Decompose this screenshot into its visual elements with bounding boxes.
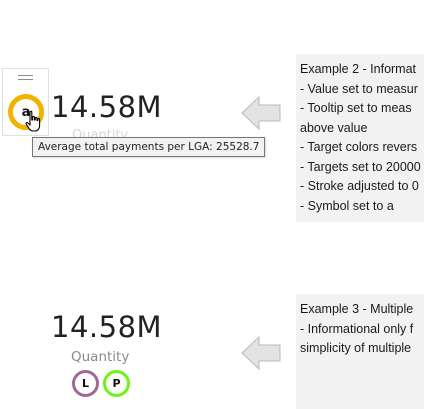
note-line: - Targets set to 20000: [300, 159, 421, 174]
note-line: Example 2 - Informat: [300, 62, 417, 76]
note-line: Example 3 - Multiple: [300, 302, 414, 316]
card-value: 14.58M: [51, 90, 163, 124]
note-line: - Tooltip set to meas: [300, 101, 412, 115]
arrow-left-icon: [241, 96, 281, 130]
note-line: - Symbol set to a: [300, 198, 394, 213]
category-label: Quantity: [71, 349, 130, 365]
card-value-2: 14.58M: [51, 310, 163, 344]
note-line: - Target colors revers: [300, 140, 418, 154]
drag-handle-icon[interactable]: [18, 75, 33, 80]
tooltip: Average total payments per LGA: 25528.7: [32, 137, 266, 157]
note-line: - Value set to measur: [300, 81, 418, 96]
status-symbol-p[interactable]: P: [103, 370, 130, 397]
note-line: - Informational only f: [300, 321, 414, 336]
notes-example-3: Example 3 - Multiple - Informational onl…: [296, 294, 424, 409]
symbol-letter: P: [112, 377, 121, 390]
symbol-letter: L: [81, 377, 89, 390]
status-symbol-l[interactable]: L: [72, 370, 99, 397]
notes-example-2: Example 2 - Informat - Value set to meas…: [296, 54, 424, 222]
hand-pointer-icon: [25, 110, 41, 132]
note-line: simplicity of multiple: [300, 341, 412, 355]
note-line: above value: [300, 120, 368, 135]
note-line: - Stroke adjusted to 0: [300, 179, 419, 193]
arrow-left-icon: [241, 336, 281, 370]
